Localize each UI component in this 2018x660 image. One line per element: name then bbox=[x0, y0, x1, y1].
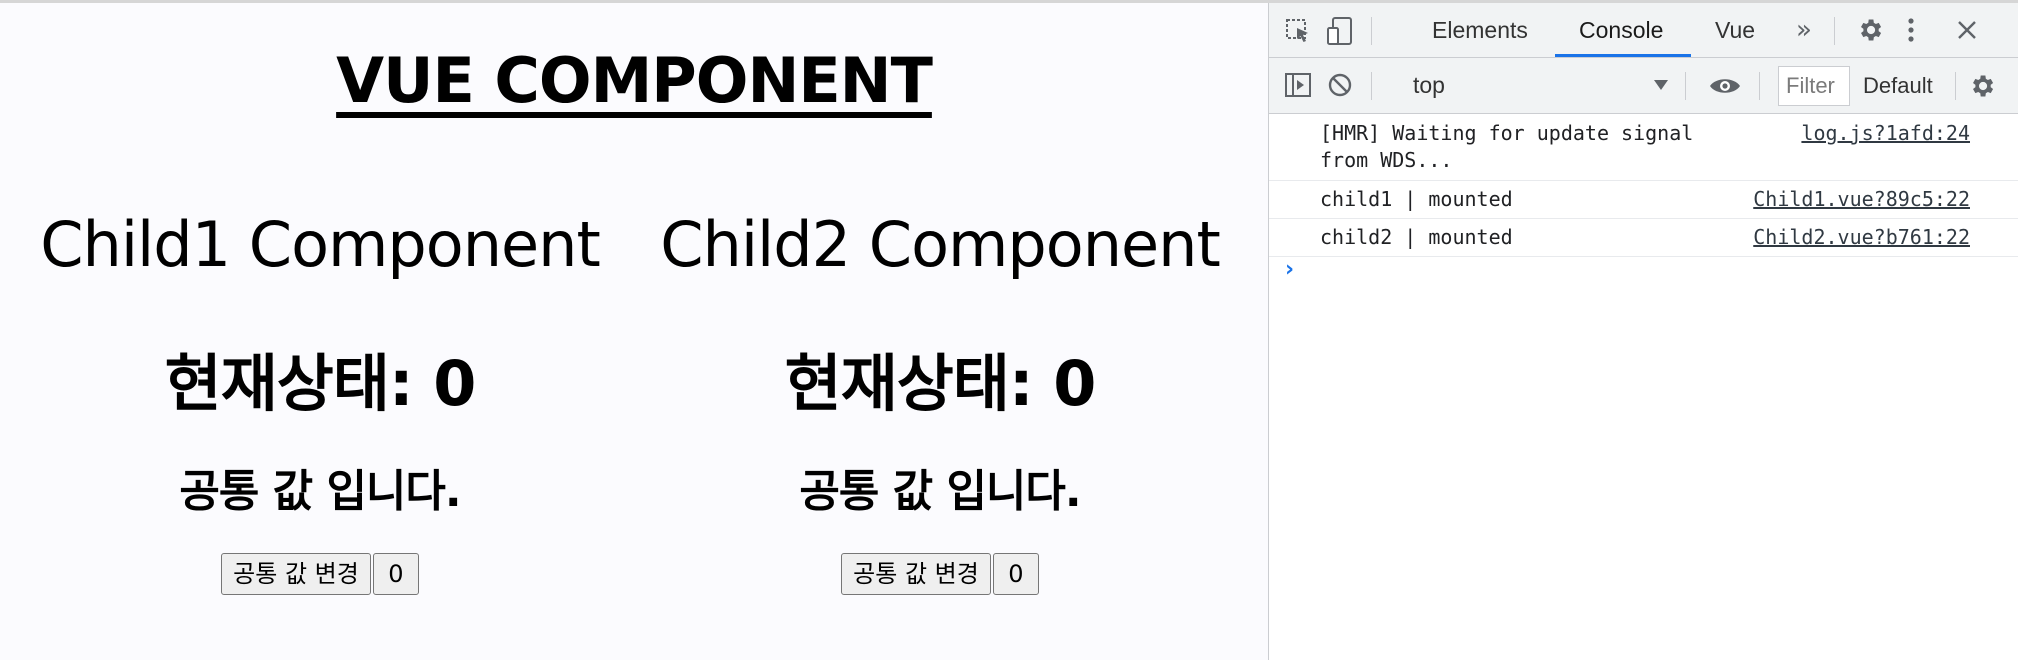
console-message-text: child2 | mounted bbox=[1320, 225, 1513, 249]
change-common-value-button[interactable]: 공통 값 변경 bbox=[221, 553, 371, 595]
toolbar-divider bbox=[1685, 72, 1686, 100]
console-message-text: child1 | mounted bbox=[1320, 187, 1513, 211]
page-title: VUE COMPONENT bbox=[336, 44, 933, 117]
console-message: [HMR] Waiting for update signal from WDS… bbox=[1269, 114, 2018, 181]
current-state-label: 현재상태: 0 bbox=[164, 347, 477, 420]
devtools-tab-bar: Elements Console Vue » bbox=[1269, 3, 2018, 58]
tab-vue[interactable]: Vue bbox=[1715, 3, 1755, 57]
tab-console[interactable]: Console bbox=[1579, 3, 1663, 57]
child-title: Child2 Component bbox=[660, 208, 1221, 281]
console-message: child1 | mounted Child1.vue?89c5:22 bbox=[1269, 181, 2018, 219]
child-controls: 공통 값 변경 0 bbox=[10, 553, 630, 595]
inspect-element-icon[interactable] bbox=[1283, 16, 1313, 46]
devtools-panel: Elements Console Vue » top Filter Defaul… bbox=[1268, 3, 2018, 660]
console-prompt-icon[interactable]: › bbox=[1285, 257, 1294, 282]
more-vert-icon[interactable] bbox=[1901, 15, 1921, 45]
filter-input[interactable]: Filter bbox=[1778, 66, 1850, 106]
console-message-text: [HMR] Waiting for update signal from WDS… bbox=[1320, 121, 1694, 172]
console-source-link[interactable]: log.js?1afd:24 bbox=[1801, 120, 1970, 147]
context-selector[interactable]: top bbox=[1413, 58, 1445, 113]
common-value-text: 공통 값 입니다. bbox=[799, 466, 1081, 517]
toolbar-divider bbox=[1371, 72, 1372, 100]
close-icon[interactable] bbox=[1953, 16, 1981, 44]
common-value-text: 공통 값 입니다. bbox=[179, 466, 461, 517]
chevron-double-right-icon[interactable]: » bbox=[1789, 15, 1819, 45]
active-tab-indicator bbox=[1555, 54, 1691, 57]
eye-icon[interactable] bbox=[1707, 71, 1743, 101]
child-title: Child1 Component bbox=[40, 208, 601, 281]
console-source-link[interactable]: Child2.vue?b761:22 bbox=[1753, 224, 1970, 251]
child-controls: 공통 값 변경 0 bbox=[630, 553, 1250, 595]
clear-console-icon[interactable] bbox=[1325, 70, 1355, 100]
current-state-label: 현재상태: 0 bbox=[784, 347, 1097, 420]
log-levels-dropdown[interactable]: Default levels bbox=[1863, 58, 1935, 113]
toolbar-divider bbox=[1759, 72, 1760, 100]
count-button[interactable]: 0 bbox=[992, 553, 1039, 595]
app-viewport: VUE COMPONENT Child1 Component 현재상태: 0 공… bbox=[0, 3, 1268, 660]
console-settings-gear-icon[interactable] bbox=[1967, 71, 1997, 101]
gear-icon[interactable] bbox=[1855, 15, 1885, 45]
tab-elements[interactable]: Elements bbox=[1432, 3, 1528, 57]
console-source-link[interactable]: Child1.vue?89c5:22 bbox=[1753, 186, 1970, 213]
show-sidebar-icon[interactable] bbox=[1283, 70, 1313, 100]
console-message: child2 | mounted Child2.vue?b761:22 bbox=[1269, 219, 2018, 257]
count-button[interactable]: 0 bbox=[372, 553, 419, 595]
change-common-value-button[interactable]: 공통 값 변경 bbox=[841, 553, 991, 595]
toolbar-divider bbox=[1371, 17, 1372, 45]
toolbar-divider bbox=[1834, 17, 1835, 45]
toolbar-divider bbox=[1955, 72, 1956, 100]
device-toolbar-icon[interactable] bbox=[1325, 15, 1355, 47]
dropdown-arrow-icon[interactable] bbox=[1651, 75, 1671, 95]
